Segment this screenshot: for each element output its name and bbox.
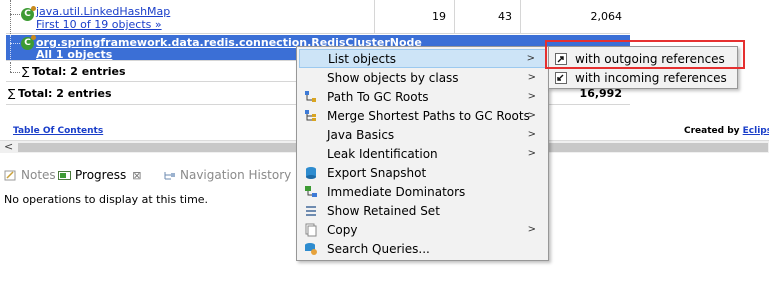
submenu-arrow-icon: > [527, 148, 536, 159]
immediate-dominators-icon [304, 185, 318, 199]
menu-item-label: List objects [328, 51, 397, 66]
export-snapshot-icon [304, 166, 318, 180]
class-icon: C [21, 6, 36, 21]
retained-set-icon [304, 204, 318, 218]
objects-link[interactable]: All 1 objects [36, 48, 112, 61]
tree-connector [10, 72, 20, 73]
name-cell: C java.util.LinkedHashMap First 10 of 19… [6, 0, 374, 34]
sigma-icon: ∑ [22, 65, 30, 78]
menu-item-label: Search Queries... [327, 241, 430, 256]
incoming-references-icon [555, 72, 567, 84]
submenu-arrow-icon: > [527, 129, 536, 140]
search-queries-icon [304, 242, 318, 256]
close-icon[interactable]: ⊠ [132, 169, 141, 182]
menu-item-label: Immediate Dominators [327, 184, 466, 199]
menu-item-label: Export Snapshot [327, 165, 427, 180]
menu-item-label: Path To GC Roots [327, 89, 429, 104]
submenu-arrow-icon: > [526, 53, 535, 64]
eclipse-link[interactable]: Eclips [743, 126, 769, 136]
retained-heap: 2,064 [520, 0, 630, 33]
menu-item-search-queries[interactable]: Search Queries... [299, 239, 546, 258]
tab-label: Navigation History [180, 168, 292, 182]
menu-item-label: Show Retained Set [327, 203, 440, 218]
tree-line [10, 35, 11, 61]
menu-item-label: Show objects by class [327, 70, 459, 85]
notes-icon [4, 170, 17, 181]
menu-item-leak-identification[interactable]: Leak Identification > [299, 144, 546, 163]
table-of-contents-link[interactable]: Table Of Contents [13, 126, 103, 136]
copy-icon [304, 223, 318, 237]
tree-line [10, 62, 11, 72]
status-message: No operations to display at this time. [4, 193, 209, 206]
tab-navigation-history[interactable]: Navigation History [163, 167, 291, 183]
menu-item-label: Merge Shortest Paths to GC Roots [327, 108, 530, 123]
menu-item-java-basics[interactable]: Java Basics > [299, 125, 546, 144]
menu-item-label: Leak Identification [327, 146, 438, 161]
context-menu: List objects > Show objects by class > P… [296, 46, 549, 261]
menu-item-label: with incoming references [575, 71, 727, 85]
sigma-icon: ∑ [8, 87, 16, 100]
menu-item-immediate-dominators[interactable]: Immediate Dominators [299, 182, 546, 201]
table-row[interactable]: C java.util.LinkedHashMap First 10 of 19… [6, 0, 630, 34]
outer-total-label: Total: 2 entries [18, 87, 112, 100]
menu-item-path-to-gc-roots[interactable]: Path To GC Roots > [299, 87, 546, 106]
objects-count: 19 [374, 0, 454, 33]
tree-connector [10, 14, 20, 15]
menu-item-merge-shortest-paths[interactable]: Merge Shortest Paths to GC Roots > [299, 106, 546, 125]
class-icon: C [21, 35, 36, 50]
navigation-history-icon [163, 170, 176, 181]
menu-item-with-incoming-references[interactable]: with incoming references [551, 69, 735, 87]
menu-item-list-objects[interactable]: List objects > [299, 49, 546, 68]
tree-line [10, 0, 11, 34]
class-name-link[interactable]: java.util.LinkedHashMap [36, 5, 170, 18]
menu-item-label: Copy [327, 222, 358, 237]
objects-link[interactable]: First 10 of 19 objects » [36, 18, 162, 31]
tab-progress[interactable]: Progress ⊠ [58, 167, 141, 183]
path-gc-roots-icon [304, 90, 318, 104]
tab-notes[interactable]: Notes [4, 167, 56, 183]
submenu-arrow-icon: > [527, 72, 536, 83]
menu-item-show-retained-set[interactable]: Show Retained Set [299, 201, 546, 220]
created-by: Created by Eclips [684, 126, 769, 136]
created-by-label: Created by [684, 126, 740, 136]
menu-item-copy[interactable]: Copy > [299, 220, 546, 239]
submenu-arrow-icon: > [527, 224, 536, 235]
shallow-heap: 43 [454, 0, 520, 33]
tab-label: Notes [21, 168, 56, 182]
menu-item-show-objects-by-class[interactable]: Show objects by class > [299, 68, 546, 87]
inner-total-label: Total: 2 entries [32, 65, 126, 78]
merge-paths-icon [304, 109, 318, 123]
submenu-arrow-icon: > [527, 110, 536, 121]
highlight-annotation [545, 40, 745, 69]
submenu-arrow-icon: > [527, 91, 536, 102]
tree-connector [10, 43, 20, 44]
progress-icon [58, 170, 71, 181]
menu-item-export-snapshot[interactable]: Export Snapshot [299, 163, 546, 182]
scroll-left-icon[interactable]: < [4, 140, 13, 153]
menu-item-label: Java Basics [327, 127, 395, 142]
tab-label: Progress [75, 168, 127, 182]
